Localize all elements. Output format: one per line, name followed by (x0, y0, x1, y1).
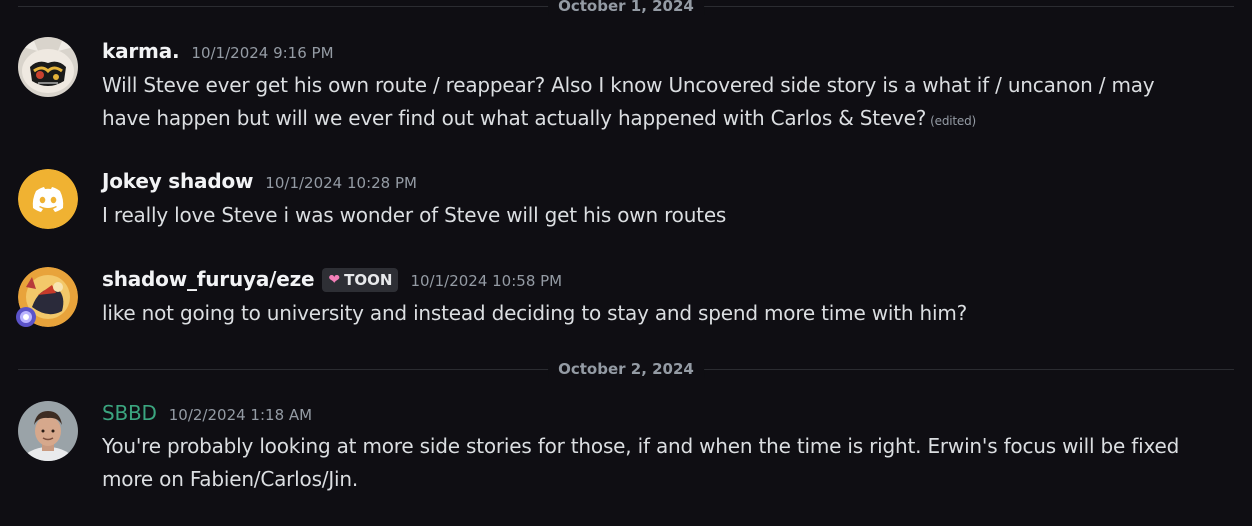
message-line: Will Steve ever get his own route / reap… (102, 73, 1155, 97)
avatar[interactable] (18, 169, 78, 229)
message-line-text: have happen but will we ever find out wh… (102, 106, 927, 130)
edited-marker: (edited) (930, 114, 976, 128)
timestamp[interactable]: 10/1/2024 10:58 PM (410, 272, 562, 290)
avatar[interactable] (18, 37, 78, 97)
avatar-decoration-icon (16, 307, 36, 327)
message-content: like not going to university and instead… (102, 297, 1212, 330)
server-tag-label: TOON (344, 271, 393, 289)
username[interactable]: SBBD (102, 401, 157, 425)
date-divider: October 2, 2024 (18, 360, 1234, 378)
message-line: like not going to university and instead… (102, 301, 968, 325)
message-content: I really love Steve i was wonder of Stev… (102, 199, 1212, 232)
username[interactable]: Jokey shadow (102, 169, 253, 193)
heart-icon: ❤ (328, 272, 341, 288)
timestamp[interactable]: 10/1/2024 10:28 PM (265, 174, 417, 192)
message-line: more on Fabien/Carlos/Jin. (102, 467, 359, 491)
timestamp[interactable]: 10/2/2024 1:18 AM (169, 406, 312, 424)
message-content: You're probably looking at more side sto… (102, 430, 1212, 496)
server-tag[interactable]: ❤ TOON (322, 268, 399, 292)
avatar[interactable] (18, 401, 78, 461)
timestamp[interactable]: 10/1/2024 9:16 PM (191, 44, 333, 62)
message-line: You're probably looking at more side sto… (102, 434, 1180, 458)
message-line: I really love Steve i was wonder of Stev… (102, 203, 727, 227)
date-divider: October 1, 2024 (18, 0, 1234, 15)
username[interactable]: karma. (102, 39, 180, 63)
discord-logo-icon (18, 169, 78, 229)
date-divider-label: October 2, 2024 (548, 360, 704, 378)
username[interactable]: shadow_furuya/eze (102, 267, 315, 291)
message-line: have happen but will we ever find out wh… (102, 102, 1212, 138)
message-content: Will Steve ever get his own route / reap… (102, 69, 1212, 138)
date-divider-label: October 1, 2024 (548, 0, 704, 15)
chat-messages: October 1, 2024 karma. 10/1/2024 9:16 PM… (0, 0, 1252, 526)
